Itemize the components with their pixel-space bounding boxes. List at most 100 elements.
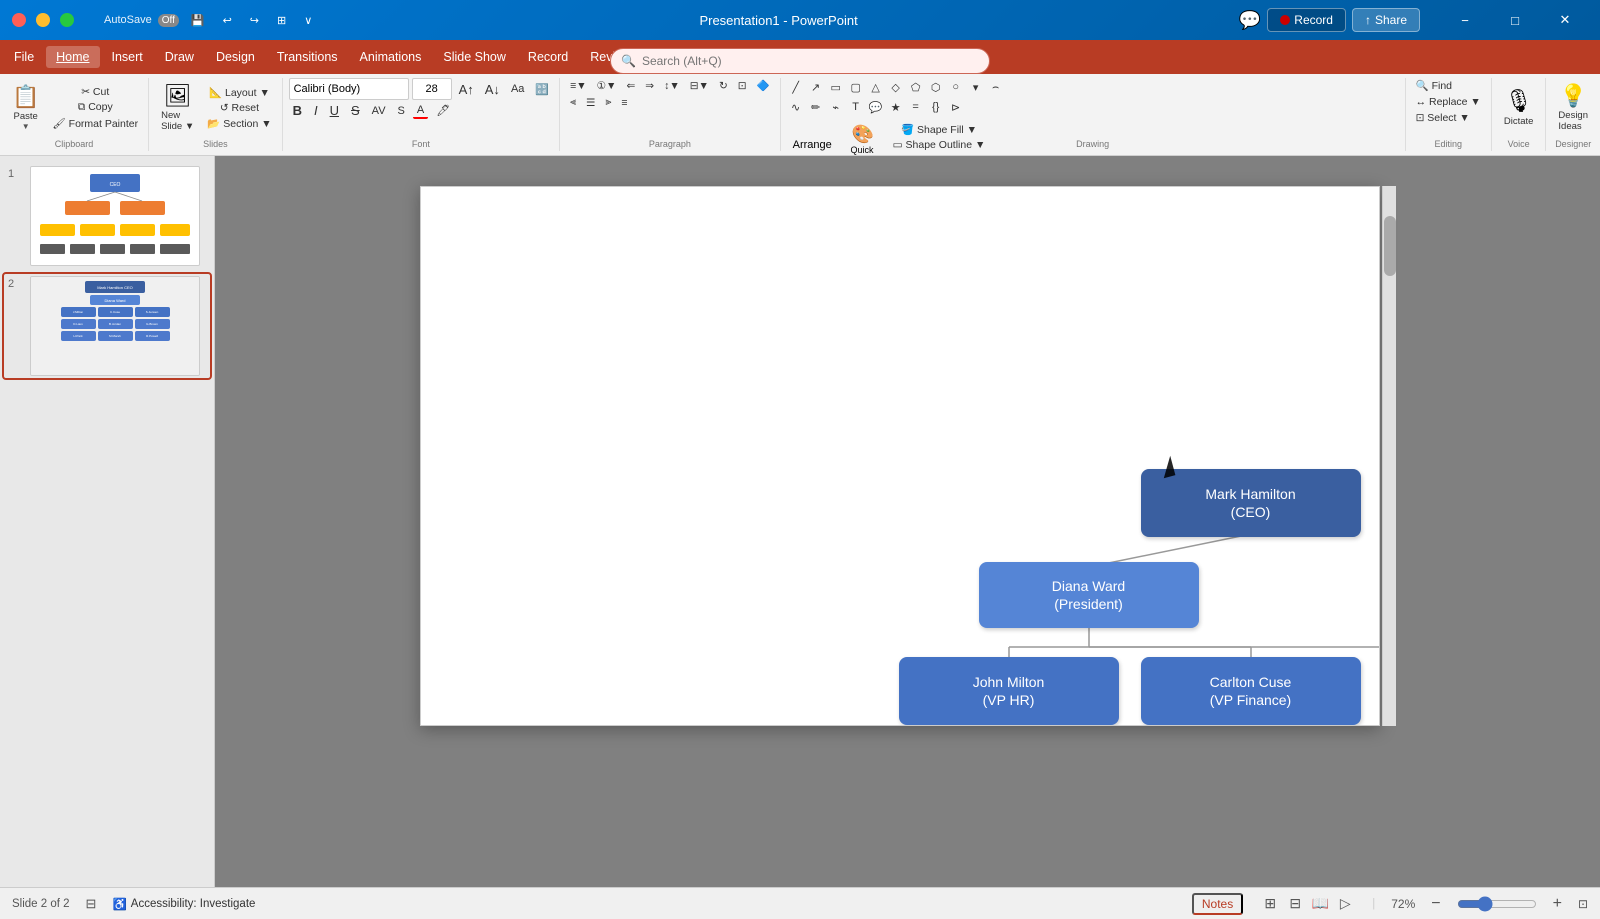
shape-hexagon[interactable]: ⬡ [927, 78, 945, 96]
shape-star[interactable]: ★ [887, 98, 905, 116]
menu-insert[interactable]: Insert [102, 46, 153, 68]
text-direction-button[interactable]: ↻ [715, 79, 732, 93]
align-text-button[interactable]: ⊡ [734, 79, 751, 93]
shape-pentagon[interactable]: ⬠ [907, 78, 925, 96]
accessibility-button[interactable]: ♿ Accessibility: Investigate [112, 897, 255, 911]
align-right-button[interactable]: ⫸ [601, 95, 615, 110]
redo-button[interactable]: ↪ [244, 12, 265, 29]
menu-record[interactable]: Record [518, 46, 578, 68]
replace-button[interactable]: ↔ Replace ▼ [1412, 95, 1485, 109]
zoom-in-button[interactable]: + [1553, 895, 1562, 913]
columns-button[interactable]: ⊟▼ [686, 79, 713, 93]
shape-diamond[interactable]: ◇ [887, 78, 905, 96]
copy-button[interactable]: ⧉ Copy [74, 100, 117, 115]
shape-more[interactable]: ▾ [967, 78, 985, 96]
numbered-list-button[interactable]: ①▼ [593, 79, 621, 93]
change-case-button[interactable]: 🔡 [531, 82, 553, 97]
normal-view-button[interactable]: ⊞ [1259, 893, 1281, 915]
highlight-color-button[interactable]: 🖊 [432, 103, 454, 118]
paste-button[interactable]: 📋 Paste ▼ [6, 80, 45, 135]
org-box-vp2[interactable]: Carlton Cuse (VP Finance) [1141, 657, 1361, 725]
menu-transitions[interactable]: Transitions [267, 46, 348, 68]
increase-indent-button[interactable]: ⇒ [641, 79, 658, 93]
comments-button[interactable]: 💬 [1239, 10, 1261, 31]
shape-rect[interactable]: ▭ [827, 78, 845, 96]
close-traffic-light[interactable] [12, 13, 26, 27]
find-button[interactable]: 🔍 Find [1412, 78, 1456, 93]
strikethrough-button[interactable]: S [347, 102, 364, 119]
justify-button[interactable]: ≡ [617, 96, 631, 110]
quick-styles-button[interactable]: 🎨 QuickStyles [844, 120, 882, 156]
org-box-president[interactable]: Diana Ward (President) [979, 562, 1199, 628]
maximize-traffic-light[interactable] [60, 13, 74, 27]
line-spacing-button[interactable]: ↕▼ [660, 79, 684, 93]
clear-format-button[interactable]: Aa [507, 82, 528, 96]
format-painter-button[interactable]: 🖌 Format Painter [48, 116, 142, 131]
more-qa-button[interactable]: ∨ [298, 12, 318, 29]
layout-button[interactable]: 📐 Layout ▼ [205, 85, 274, 100]
grow-font-button[interactable]: A↑ [455, 81, 478, 98]
slide-thumb-2[interactable]: 2 Mark Hamilton CEO Diana Ward J.Milton … [4, 274, 210, 378]
org-box-vp1[interactable]: John Milton (VP HR) [899, 657, 1119, 725]
shape-freeform[interactable]: ✏ [807, 98, 825, 116]
align-center-button[interactable]: ☰ [582, 96, 599, 110]
font-name-input[interactable] [289, 78, 409, 100]
align-left-button[interactable]: ⫷ [566, 95, 580, 110]
menu-home[interactable]: Home [46, 46, 99, 68]
shape-textbox[interactable]: T [847, 98, 865, 116]
dictate-button[interactable]: 🎙 Dictate [1498, 84, 1540, 130]
maximize-window-button[interactable]: □ [1492, 4, 1538, 36]
reset-button[interactable]: ↺ Reset [216, 101, 263, 115]
slideshow-button[interactable]: ▷ [1334, 893, 1356, 915]
menu-animations[interactable]: Animations [350, 46, 432, 68]
notes-button[interactable]: Notes [1192, 893, 1243, 915]
cut-button[interactable]: ✂ Cut [77, 85, 113, 99]
shape-triangle[interactable]: △ [867, 78, 885, 96]
font-color-button[interactable]: A [413, 103, 428, 119]
select-button[interactable]: ⊡ Select ▼ [1412, 111, 1474, 125]
share-button[interactable]: ↑ Share [1352, 8, 1420, 32]
underline-button[interactable]: U [326, 102, 343, 119]
italic-button[interactable]: I [310, 102, 322, 119]
fit-slide-button[interactable]: ⊡ [1578, 897, 1588, 911]
slide-sorter-button[interactable]: ⊟ [1284, 893, 1306, 915]
menu-slideshow[interactable]: Slide Show [433, 46, 516, 68]
shape-circle[interactable]: ○ [947, 78, 965, 96]
menu-file[interactable]: File [4, 46, 44, 68]
reading-view-button[interactable]: 📖 [1309, 893, 1331, 915]
shape-arrow[interactable]: ↗ [807, 78, 825, 96]
section-button[interactable]: 📂 Section ▼ [203, 116, 275, 131]
org-box-ceo[interactable]: Mark Hamilton (CEO) [1141, 469, 1361, 537]
decrease-indent-button[interactable]: ⇐ [622, 79, 639, 93]
shape-brace[interactable]: {} [927, 98, 945, 116]
text-shadow-button[interactable]: S [394, 104, 409, 118]
shape-round-rect[interactable]: ▢ [847, 78, 865, 96]
shape-curve[interactable]: ∿ [787, 98, 805, 116]
char-spacing-button[interactable]: AV [368, 104, 390, 118]
bullet-list-button[interactable]: ≡▼ [566, 79, 591, 93]
bold-button[interactable]: B [289, 102, 306, 119]
presenter-view-button[interactable]: ⊞ [271, 12, 292, 29]
record-title-button[interactable]: Record [1267, 8, 1346, 32]
scroll-thumb[interactable] [1384, 216, 1396, 276]
new-slide-button[interactable]: 🖼 NewSlide ▼ [155, 79, 200, 136]
shape-connector[interactable]: ⌁ [827, 98, 845, 116]
search-bar[interactable]: 🔍 [610, 48, 990, 74]
shape-arc[interactable]: ⌢ [987, 78, 1005, 96]
minimize-traffic-light[interactable] [36, 13, 50, 27]
shrink-font-button[interactable]: A↓ [481, 81, 504, 98]
shape-callout[interactable]: 💬 [867, 98, 885, 116]
zoom-out-button[interactable]: − [1431, 895, 1440, 913]
save-button[interactable]: 💾 [185, 12, 211, 29]
canvas-area[interactable]: Mark Hamilton (CEO) Diana Ward (Presiden… [215, 156, 1600, 887]
zoom-slider[interactable] [1457, 896, 1537, 912]
search-input[interactable] [642, 54, 979, 68]
font-size-input[interactable] [412, 78, 452, 100]
minimize-window-button[interactable]: − [1442, 4, 1488, 36]
undo-button[interactable]: ↩ [217, 12, 238, 29]
close-window-button[interactable]: ✕ [1542, 4, 1588, 36]
slide-thumbnail-button[interactable]: ⊟ [86, 896, 97, 912]
shape-chevron[interactable]: ⊳ [947, 98, 965, 116]
slide-thumb-1[interactable]: 1 CEO [4, 164, 210, 268]
autosave-toggle[interactable]: Off [158, 14, 179, 27]
